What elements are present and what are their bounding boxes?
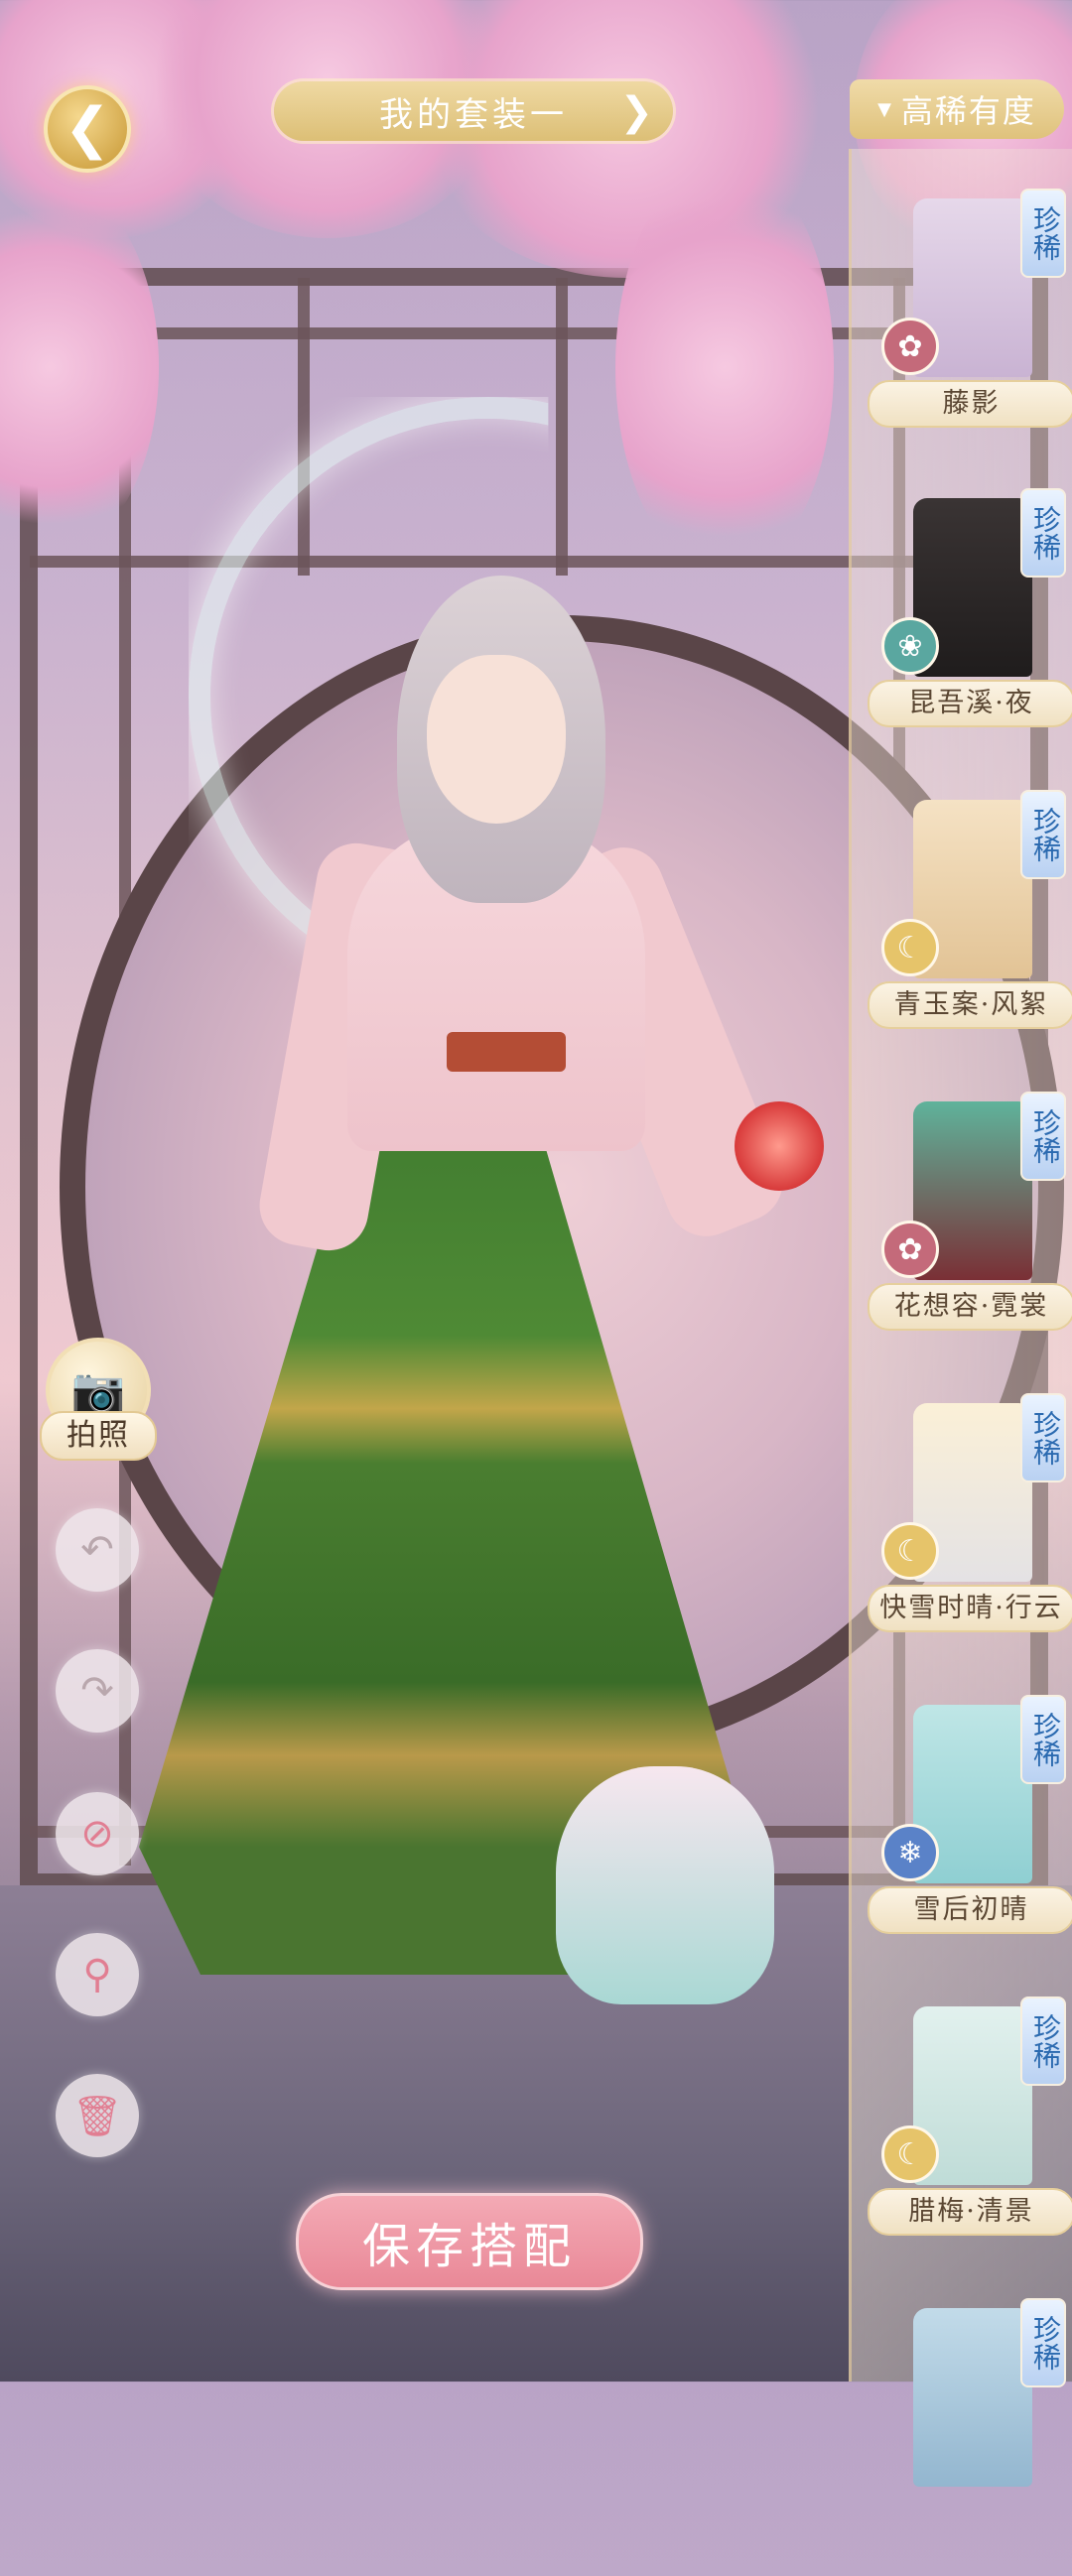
back-arrow-icon: ❮: [64, 96, 111, 161]
wardrobe-item[interactable]: 珍稀 ❀ 昆吾溪·夜: [852, 468, 1072, 766]
item-name: 花想容·霓裳: [868, 1283, 1072, 1331]
wardrobe-item[interactable]: 珍稀: [852, 2278, 1072, 2576]
zoom-button[interactable]: ⚲: [56, 1933, 139, 2016]
item-name: 腊梅·清景: [868, 2188, 1072, 2236]
save-outfit-button[interactable]: 保存搭配: [296, 2193, 643, 2290]
sort-label: 高稀有度: [900, 92, 1036, 130]
snowflake-icon: ❄: [881, 1824, 939, 1881]
trash-icon: 🗑: [71, 2093, 123, 2139]
item-name: 雪后初晴: [868, 1886, 1072, 1934]
item-name: 快雪时晴·行云: [868, 1585, 1072, 1632]
moon-icon: ☾: [881, 1522, 939, 1580]
rarity-badge: 珍稀: [1020, 1092, 1066, 1181]
wardrobe-item[interactable]: 珍稀 ☾ 青玉案·风絮: [852, 770, 1072, 1068]
rarity-badge: 珍稀: [1020, 189, 1066, 278]
chevron-right-icon[interactable]: ❯: [619, 89, 653, 135]
character-model[interactable]: [139, 576, 854, 2004]
moon-icon: ☾: [881, 2125, 939, 2183]
item-name: 藤影: [868, 380, 1072, 428]
character-face: [427, 655, 566, 824]
wardrobe-item[interactable]: 珍稀 ☾ 腊梅·清景: [852, 1977, 1072, 2274]
save-label: 保存搭配: [361, 2219, 577, 2274]
redo-button[interactable]: ↷: [56, 1649, 139, 1733]
rarity-badge: 珍稀: [1020, 1393, 1066, 1482]
garment-thumbnail: [913, 2308, 1032, 2487]
swirl-icon: ❀: [881, 617, 939, 675]
item-name: 青玉案·风絮: [868, 981, 1072, 1029]
hide-accessories-button[interactable]: ⊘: [56, 1792, 139, 1875]
lotus-icon: ✿: [881, 318, 939, 375]
back-button[interactable]: ❮: [44, 85, 131, 173]
wisteria-blossom: [615, 159, 834, 576]
outfit-selector[interactable]: 我的套装一 ❯: [274, 81, 673, 141]
waist-sash: [447, 1032, 566, 1072]
wardrobe-item[interactable]: 珍稀 ✿ 花想容·霓裳: [852, 1072, 1072, 1369]
rabbit-pet-companion: [556, 1766, 774, 2004]
sort-dropdown[interactable]: ▼ 高稀有度: [850, 79, 1064, 139]
rarity-badge: 珍稀: [1020, 2298, 1066, 2387]
outfit-name: 我的套装一: [379, 94, 568, 135]
wardrobe-item[interactable]: 珍稀 ❄ 雪后初晴: [852, 1675, 1072, 1973]
lotus-icon: ✿: [881, 1221, 939, 1278]
prohibit-icon: ⊘: [80, 1811, 114, 1857]
rarity-badge: 珍稀: [1020, 1996, 1066, 2086]
lattice-bar: [556, 278, 568, 576]
caret-down-icon: ▼: [877, 98, 891, 120]
camera-label[interactable]: 拍照: [40, 1411, 157, 1461]
rarity-badge: 珍稀: [1020, 790, 1066, 879]
rarity-badge: 珍稀: [1020, 1695, 1066, 1784]
rarity-badge: 珍稀: [1020, 488, 1066, 578]
wardrobe-item-list[interactable]: 珍稀 ✿ 藤影 珍稀 ❀ 昆吾溪·夜 珍稀 ☾ 青玉案·风絮 珍稀 ✿ 花想容·…: [849, 149, 1072, 2487]
undo-button[interactable]: ↶: [56, 1508, 139, 1592]
redo-icon: ↷: [80, 1668, 114, 1714]
wardrobe-item[interactable]: 珍稀 ☾ 快雪时晴·行云: [852, 1373, 1072, 1671]
magnifier-icon: ⚲: [82, 1952, 112, 1997]
undo-icon: ↶: [80, 1527, 114, 1573]
moon-icon: ☾: [881, 919, 939, 976]
wardrobe-item[interactable]: 珍稀 ✿ 藤影: [852, 169, 1072, 466]
item-name: 昆吾溪·夜: [868, 680, 1072, 727]
camera-icon: 📷: [70, 1365, 126, 1416]
delete-button[interactable]: 🗑: [56, 2074, 139, 2157]
peony-flower: [735, 1101, 824, 1191]
